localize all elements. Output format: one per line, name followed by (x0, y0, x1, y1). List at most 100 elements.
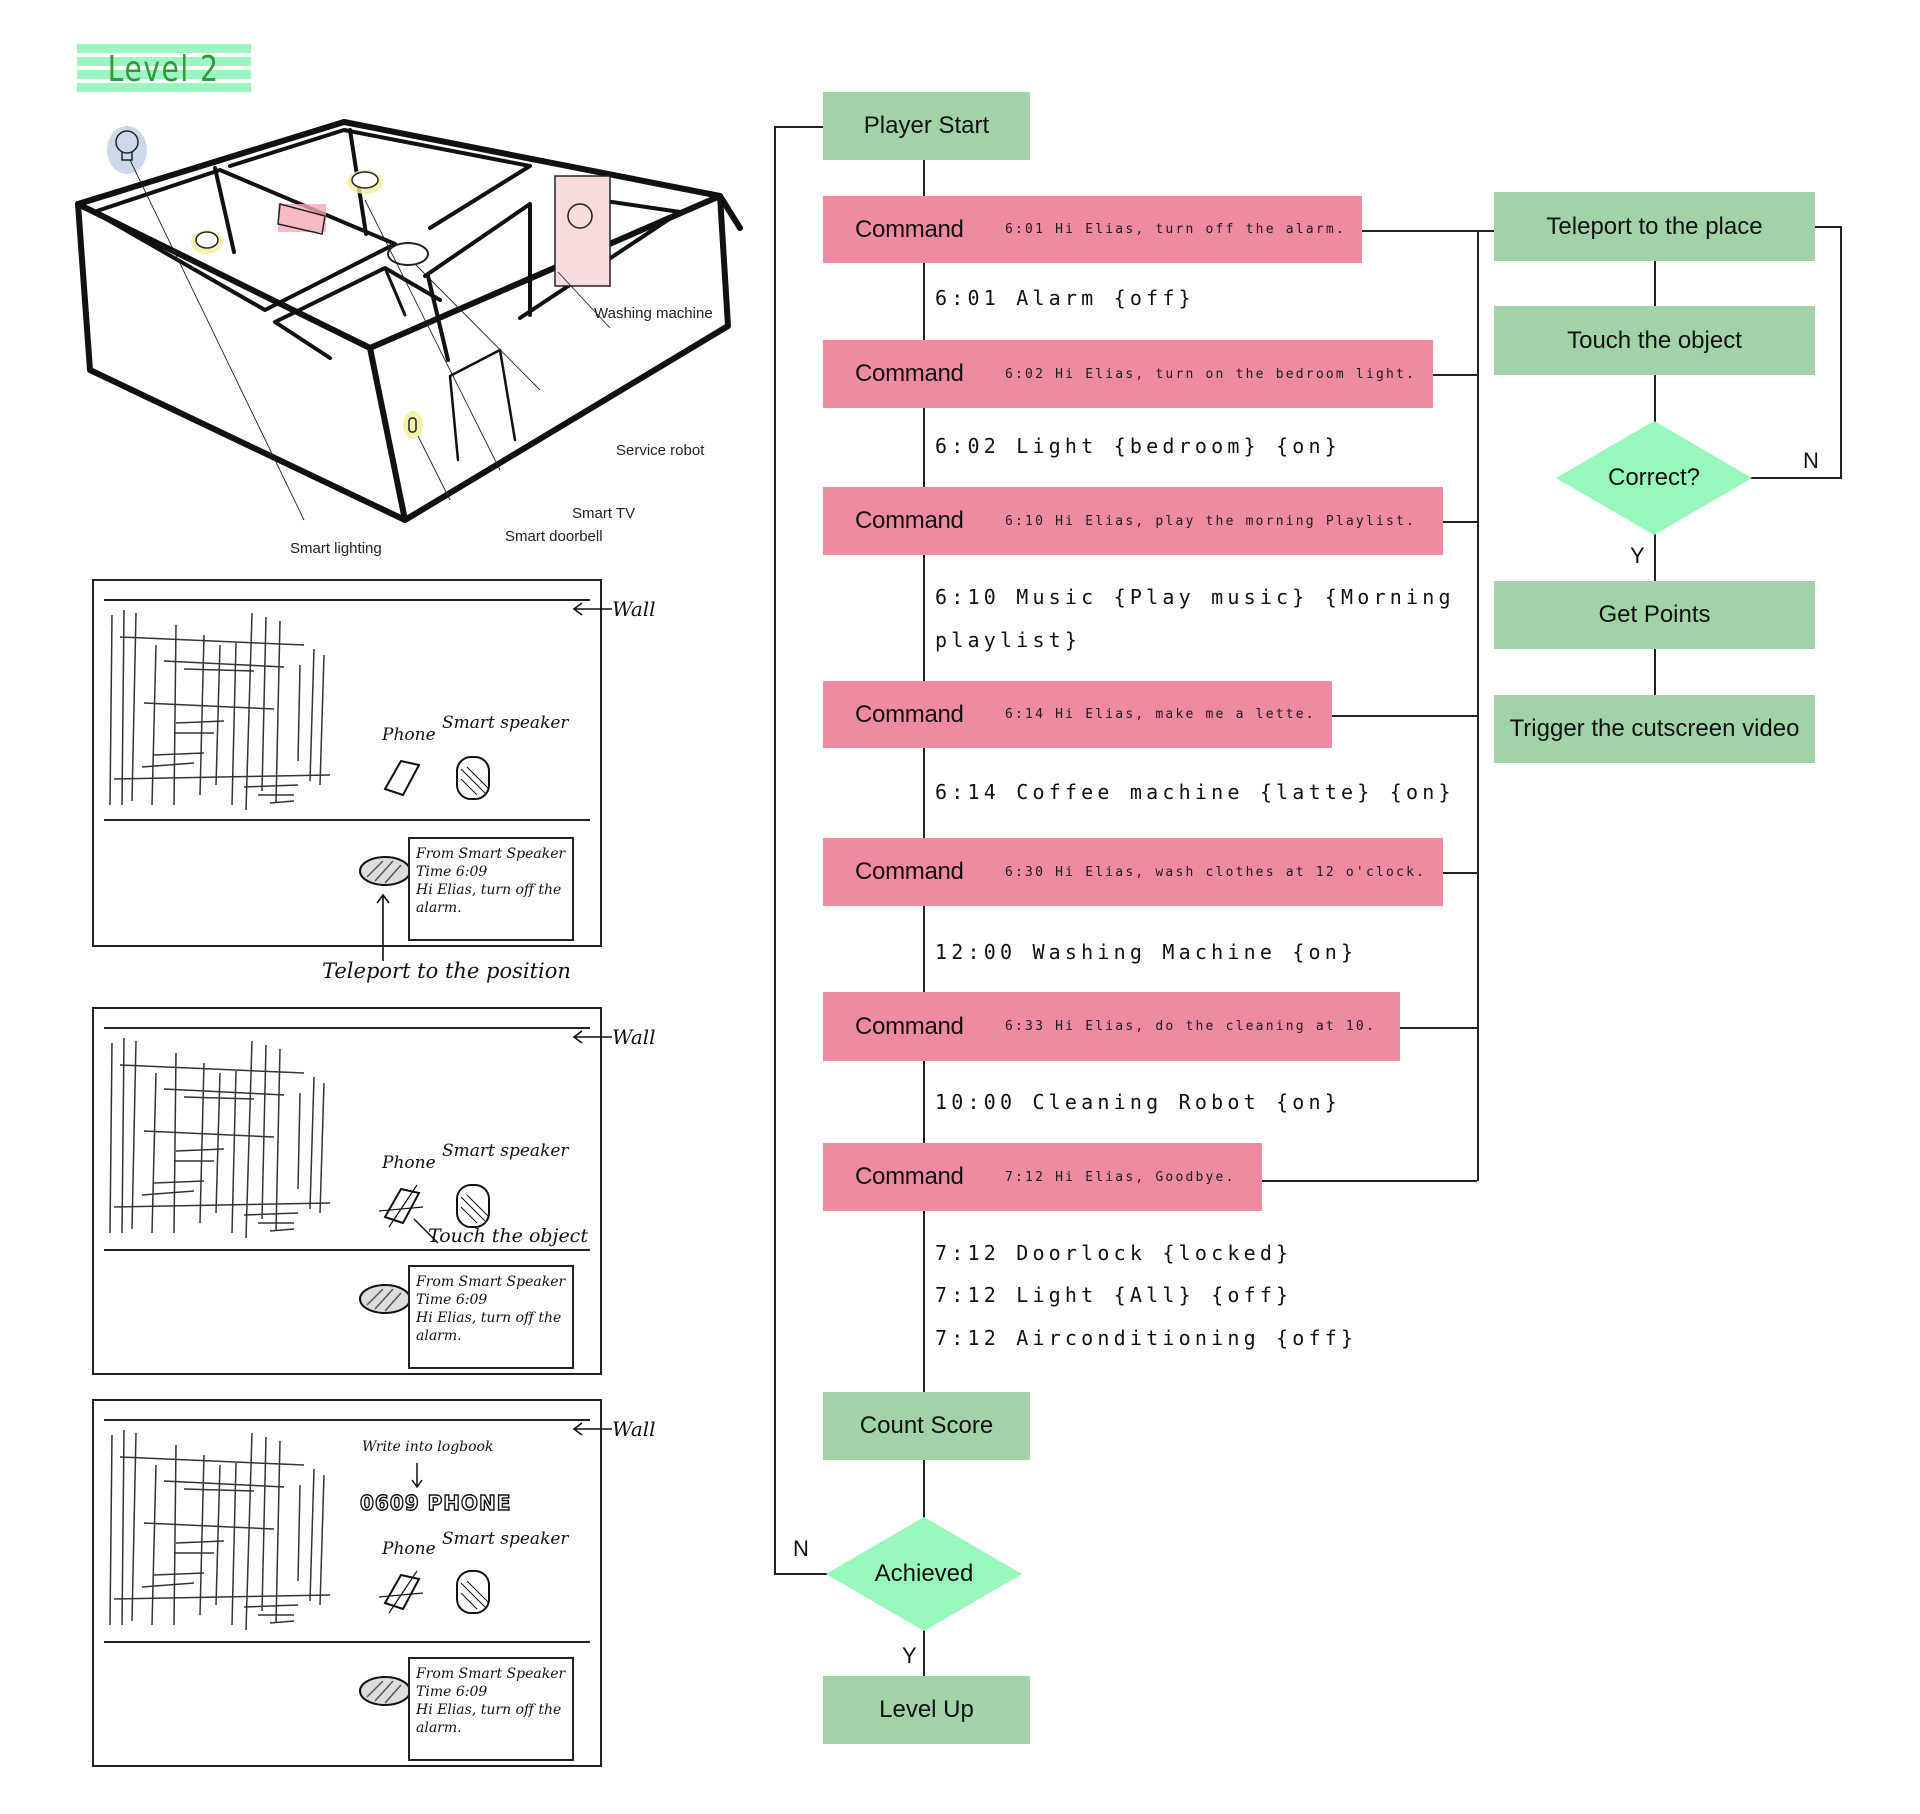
command-message: 7:12 Hi Elias, Goodbye. (1005, 1169, 1236, 1185)
connector-cmd-4 (1332, 715, 1477, 717)
wall-label: Wall (612, 1025, 656, 1049)
washing-machine-icon (554, 175, 611, 287)
label-service-robot: Service robot (616, 442, 705, 459)
command-message: 6:14 Hi Elias, make me a lette. (1005, 707, 1316, 722)
label-smart-doorbell: Smart doorbell (505, 528, 603, 545)
speaker-label: Smart speaker (442, 713, 569, 733)
achieved-no-label: N (793, 1536, 809, 1561)
level-up-node: Level Up (823, 1676, 1030, 1744)
command-node: Command 6:02 Hi Elias, turn on the bedro… (823, 340, 1433, 408)
message-time: Time 6:09 (416, 864, 488, 880)
smart-speaker-icon-2 (351, 171, 379, 189)
speaker-message-box: From Smart Speaker Time 6:09 Hi Elias, t… (408, 1265, 574, 1369)
connector-cmd-5 (1443, 872, 1477, 874)
command-response: 7:12 Doorlock {locked} (935, 1241, 1293, 1265)
message-text: Hi Elias, turn off the alarm. (416, 1702, 562, 1736)
logbook-entry: 0609 PHONE (359, 1490, 512, 1515)
touch-object-node: Touch the object (1494, 306, 1815, 375)
command-response: 12:00 Washing Machine {on} (935, 940, 1358, 964)
wall-label: Wall (612, 1417, 656, 1441)
player-start-node: Player Start (823, 92, 1030, 160)
speaker-message-box: From Smart Speaker Time 6:09 Hi Elias, t… (408, 1657, 574, 1761)
connector-command-bus (1477, 230, 1479, 1181)
sketch-panel-teleport: Phone Smart speaker From Smart Speaker T… (92, 579, 692, 999)
level-badge: Level 2 (77, 44, 251, 94)
phone-icon (383, 759, 421, 797)
command-response: 6:02 Light {bedroom} {on} (935, 434, 1342, 458)
command-message: 6:02 Hi Elias, turn on the bedroom light… (1005, 366, 1417, 382)
correct-no-label: N (1803, 448, 1819, 473)
achieved-label: Achieved (874, 1560, 974, 1587)
label-smart-tv: Smart TV (572, 505, 636, 522)
house-diagram: Washing machine Service robot Smart TV S… (60, 100, 760, 560)
command-message: 6:33 Hi Elias, do the cleaning at 10. (1005, 1019, 1376, 1034)
achieved-yes-label: Y (902, 1643, 917, 1668)
wall-line-top (104, 1419, 590, 1421)
connector-cmd-6 (1400, 1027, 1477, 1029)
floor-grid-sketch (109, 609, 331, 811)
connector-cmd-7 (1262, 1180, 1477, 1182)
phone-label: Phone (382, 1539, 436, 1559)
sketch-panel-touch: Phone Smart speaker Touch the object Fro… (92, 1007, 692, 1387)
wall-arrow-icon (572, 1422, 612, 1436)
connector-retry-top (1815, 226, 1841, 228)
logbook-arrow-icon (411, 1463, 423, 1489)
phone-and-speaker-icons (383, 756, 490, 800)
logbook-label: Write into logbook (362, 1439, 494, 1455)
correct-yes-label: Y (1630, 543, 1645, 568)
floor-grid-sketch (109, 1429, 331, 1631)
teleport-pad-icon (359, 856, 411, 886)
command-node: Command 6:01 Hi Elias, turn off the alar… (823, 196, 1362, 263)
command-response: 7:12 Airconditioning {off} (935, 1326, 1358, 1350)
command-label: Command (855, 1163, 964, 1190)
floor-divider (104, 1249, 590, 1251)
wall-arrow-icon (572, 602, 612, 616)
command-node: Command 7:12 Hi Elias, Goodbye. (823, 1143, 1262, 1211)
wall-arrow-icon (572, 1030, 612, 1044)
connector-start-loop-top (774, 126, 823, 128)
command-node: Command 6:10 Hi Elias, play the morning … (823, 487, 1443, 555)
message-from: From Smart Speaker (416, 1274, 566, 1290)
floor-divider (104, 819, 590, 821)
teleport-node: Teleport to the place (1494, 192, 1815, 261)
command-label: Command (855, 1012, 964, 1040)
command-label: Command (855, 700, 964, 728)
smart-lighting-blob (107, 126, 147, 174)
teleport-pad-icon (359, 1676, 411, 1706)
phone-and-speaker-icons (378, 1570, 490, 1614)
phone-label: Phone (382, 725, 436, 745)
message-text: Hi Elias, turn off the alarm. (416, 882, 562, 916)
command-response: 10:00 Cleaning Robot {on} (935, 1090, 1342, 1114)
connector-retry-bottom (1740, 477, 1841, 479)
get-points-node: Get Points (1494, 581, 1815, 649)
message-time: Time 6:09 (416, 1684, 488, 1700)
command-label: Command (855, 360, 964, 387)
command-label: Command (855, 507, 964, 534)
floor-grid-sketch (109, 1037, 331, 1239)
command-label: Command (855, 215, 964, 243)
label-smart-lighting: Smart lighting (290, 540, 382, 557)
smart-tv-blob (278, 204, 326, 232)
speaker-message-box: From Smart Speaker Time 6:09 Hi Elias, t… (408, 837, 574, 941)
touch-annotation: Touch the object (428, 1225, 588, 1247)
command-response: 6:10 Music {Play music} {Morning (935, 585, 1455, 609)
wall-line-top (104, 599, 590, 601)
phone-icon (383, 1573, 421, 1611)
teleport-annotation: Teleport to the position (322, 959, 571, 983)
command-node: Command 6:14 Hi Elias, make me a lette. (823, 681, 1332, 748)
phone-label: Phone (382, 1153, 436, 1173)
wall-line-top (104, 1027, 590, 1029)
message-from: From Smart Speaker (416, 846, 566, 862)
achieved-decision: Achieved (826, 1517, 1022, 1631)
speaker-label: Smart speaker (442, 1529, 569, 1549)
message-from: From Smart Speaker (416, 1666, 566, 1682)
message-time: Time 6:09 (416, 1292, 488, 1308)
sketch-panel-logbook: Write into logbook 0609 PHONE Phone Smar… (92, 1399, 692, 1779)
floor-divider (104, 1641, 590, 1643)
trigger-video-node: Trigger the cutscreen video (1494, 695, 1815, 763)
connector-cmd-3 (1443, 521, 1477, 523)
connector-cmd-2 (1433, 374, 1477, 376)
command-response: 7:12 Light {All} {off} (935, 1283, 1293, 1307)
teleport-arrow-icon (376, 893, 390, 961)
count-score-node: Count Score (823, 1392, 1030, 1460)
